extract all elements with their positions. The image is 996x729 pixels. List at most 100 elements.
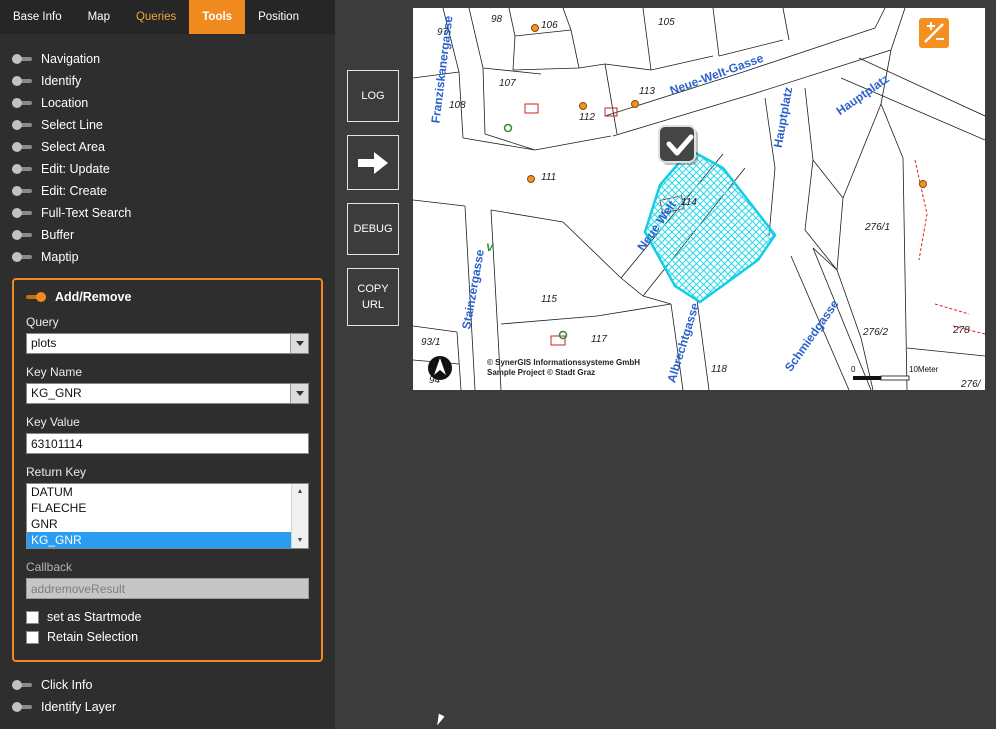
parcel-label: 106 xyxy=(541,20,558,31)
street-label: Albrechtgasse xyxy=(664,301,702,384)
parcel-label: 117 xyxy=(591,334,607,345)
parcel-label: 276/1 xyxy=(864,222,890,233)
tab-position[interactable]: Position xyxy=(245,0,312,34)
parcel-label: 113 xyxy=(639,86,655,97)
parcel-label: 107 xyxy=(499,78,516,89)
add-remove-map-button[interactable] xyxy=(919,18,949,48)
return-key-listbox[interactable]: DATUM FLAECHE GNR KG_GNR ▲ ▼ xyxy=(26,483,309,549)
key-name-select[interactable]: KG_GNR xyxy=(26,383,309,404)
arrow-right-icon xyxy=(356,150,390,176)
tool-label: Full-Text Search xyxy=(41,206,131,220)
scroll-down-icon[interactable]: ▼ xyxy=(292,533,308,548)
list-item-selected[interactable]: KG_GNR xyxy=(27,532,291,548)
listbox-scrollbar[interactable]: ▲ ▼ xyxy=(291,484,308,548)
parcel-label: 118 xyxy=(711,364,727,375)
parcel-label: 278 xyxy=(952,325,970,336)
toggle-icon xyxy=(12,186,32,196)
panel-title: Add/Remove xyxy=(55,290,131,304)
copy-url-button[interactable]: COPY URL xyxy=(347,268,399,326)
set-as-startmode-option[interactable]: set as Startmode xyxy=(26,610,309,624)
key-value-label: Key Value xyxy=(26,415,309,429)
tool-full-text-search[interactable]: Full-Text Search xyxy=(12,202,335,224)
retain-selection-option[interactable]: Retain Selection xyxy=(26,630,309,644)
tool-click-info[interactable]: Click Info xyxy=(12,674,335,696)
key-name-label: Key Name xyxy=(26,365,309,379)
key-name-select-value: KG_GNR xyxy=(27,384,308,403)
callback-input xyxy=(26,578,309,599)
log-button[interactable]: LOG xyxy=(347,70,399,122)
toggle-icon xyxy=(12,142,32,152)
retain-selection-checkbox[interactable] xyxy=(26,631,39,644)
tool-identify[interactable]: Identify xyxy=(12,70,335,92)
query-label: Query xyxy=(26,315,309,329)
checkbox-label: Retain Selection xyxy=(47,630,138,644)
tool-label: Identify Layer xyxy=(41,700,116,714)
tab-tools[interactable]: Tools xyxy=(189,0,245,34)
list-item[interactable]: FLAECHE xyxy=(27,500,291,516)
tool-label: Edit: Create xyxy=(41,184,107,198)
map-credits-line1: © SynerGIS Informationssysteme GmbH xyxy=(487,358,640,367)
tool-identify-layer[interactable]: Identify Layer xyxy=(12,696,335,718)
list-item[interactable]: DATUM xyxy=(27,484,291,500)
street-label: Neue-Welt-Gasse xyxy=(668,51,766,98)
toggle-icon xyxy=(12,230,32,240)
tool-label: Click Info xyxy=(41,678,92,692)
query-select-value: plots xyxy=(27,334,308,353)
return-key-label: Return Key xyxy=(26,465,309,479)
chevron-down-icon[interactable] xyxy=(290,334,308,353)
tab-map[interactable]: Map xyxy=(75,0,123,34)
run-arrow-button[interactable] xyxy=(347,135,399,190)
parcel-label: 111 xyxy=(541,172,556,183)
toggle-icon xyxy=(12,120,32,130)
tab-bar: Base Info Map Queries Tools Position xyxy=(0,0,335,34)
chevron-down-icon[interactable] xyxy=(290,384,308,403)
tab-base-info[interactable]: Base Info xyxy=(0,0,75,34)
street-label: Stainzergasse xyxy=(459,248,487,330)
toggle-icon xyxy=(12,164,32,174)
toggle-icon xyxy=(12,702,32,712)
query-select[interactable]: plots xyxy=(26,333,309,354)
tool-label: Navigation xyxy=(41,52,100,66)
tool-label: Select Area xyxy=(41,140,105,154)
key-value-input[interactable] xyxy=(26,433,309,454)
toggle-icon xyxy=(12,680,32,690)
add-remove-panel: Add/Remove Query plots Key Name KG_GNR K… xyxy=(12,278,323,662)
tool-label: Maptip xyxy=(41,250,79,264)
debug-button[interactable]: DEBUG xyxy=(347,203,399,255)
scroll-up-icon[interactable]: ▲ xyxy=(292,484,308,499)
tool-navigation[interactable]: Navigation xyxy=(12,48,335,70)
toggle-icon xyxy=(12,54,32,64)
tab-queries[interactable]: Queries xyxy=(123,0,189,34)
tool-select-line[interactable]: Select Line xyxy=(12,114,335,136)
tool-label: Edit: Update xyxy=(41,162,110,176)
tool-add-remove[interactable]: Add/Remove xyxy=(26,290,309,304)
tool-edit-create[interactable]: Edit: Create xyxy=(12,180,335,202)
tool-buffer[interactable]: Buffer xyxy=(12,224,335,246)
map-canvas[interactable]: 97 98 107 106 105 108 112 113 111 114 11… xyxy=(413,8,985,390)
tool-label: Location xyxy=(41,96,88,110)
confirm-selection-button[interactable] xyxy=(659,126,698,165)
parcel-label: 93/1 xyxy=(421,337,440,348)
tool-select-area[interactable]: Select Area xyxy=(12,136,335,158)
map-viewport[interactable]: 97 98 107 106 105 108 112 113 111 114 11… xyxy=(413,8,985,390)
mouse-cursor xyxy=(437,714,445,727)
startmode-checkbox[interactable] xyxy=(26,611,39,624)
toggle-icon xyxy=(12,98,32,108)
toggle-icon xyxy=(12,208,32,218)
parcel-label: 112 xyxy=(579,112,595,123)
tool-edit-update[interactable]: Edit: Update xyxy=(12,158,335,180)
list-item[interactable]: GNR xyxy=(27,516,291,532)
parcel-label: 114 xyxy=(681,197,697,208)
map-credits-line2: Sample Project © Stadt Graz xyxy=(487,368,595,377)
tool-location[interactable]: Location xyxy=(12,92,335,114)
street-label: Schmiedgasse xyxy=(782,297,842,374)
tool-label: Select Line xyxy=(41,118,103,132)
parcel-label: 115 xyxy=(541,294,557,305)
parcel-label: 108 xyxy=(449,100,466,111)
tool-label: Identify xyxy=(41,74,81,88)
tool-list: Navigation Identify Location Select Line… xyxy=(0,34,335,268)
tool-label: Buffer xyxy=(41,228,74,242)
toggle-icon-on xyxy=(26,292,46,302)
tool-maptip[interactable]: Maptip xyxy=(12,246,335,268)
checkbox-label: set as Startmode xyxy=(47,610,142,624)
